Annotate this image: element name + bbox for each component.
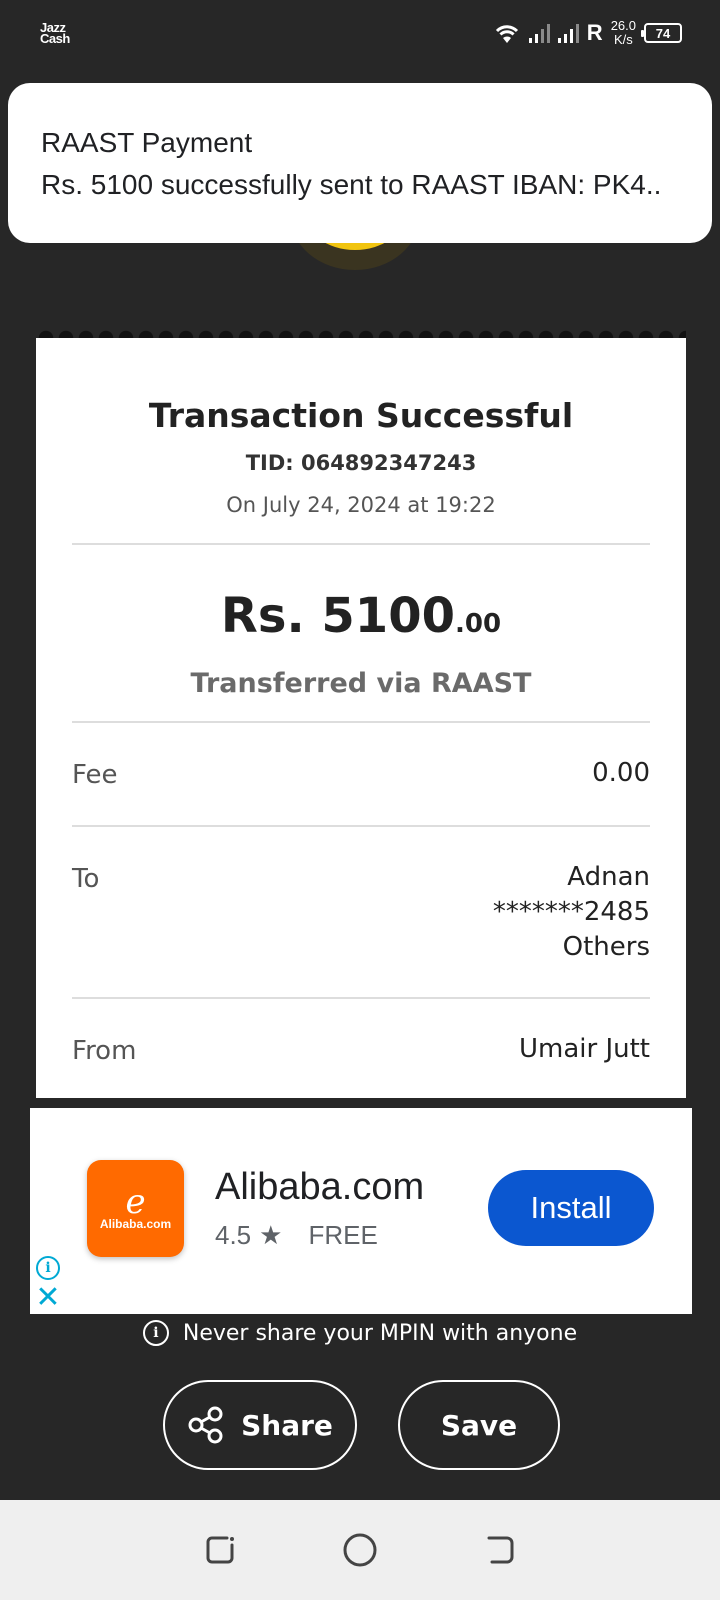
- share-icon: [188, 1406, 223, 1444]
- recent-apps-icon: [206, 1536, 234, 1564]
- alibaba-icon-text: Alibaba.com: [99, 1216, 172, 1231]
- roaming-indicator: R: [586, 20, 603, 45]
- share-label: Share: [241, 1408, 333, 1442]
- save-button[interactable]: Save: [398, 1380, 560, 1470]
- system-navigation-bar: [0, 1500, 720, 1600]
- ad-price: FREE: [308, 1220, 378, 1250]
- back-icon: [487, 1536, 514, 1564]
- divider: [72, 721, 650, 723]
- fee-value: 0.00: [592, 758, 650, 788]
- status-bar: Jazz Cash R 26.0 K/s 74: [0, 0, 720, 66]
- battery-level: 74: [655, 25, 671, 41]
- recipient-name: Adnan: [567, 862, 650, 892]
- notification-title: RAAST Payment: [41, 127, 253, 158]
- network-speed: 26.0 K/s: [611, 19, 636, 47]
- recipient-bank: Others: [562, 932, 650, 962]
- to-label: To: [72, 864, 100, 894]
- back-button[interactable]: [480, 1530, 520, 1570]
- alibaba-logo-glyph: e: [125, 1181, 146, 1222]
- ad-meta: 4.5 ★ FREE: [215, 1220, 378, 1251]
- star-icon: ★: [259, 1220, 283, 1250]
- ad-app-name[interactable]: Alibaba.com: [215, 1166, 424, 1209]
- mpin-warning-text: Never share your MPIN with anyone: [182, 1320, 578, 1346]
- transaction-date: On July 24, 2024 at 19:22: [226, 493, 496, 517]
- receipt-title: Transaction Successful: [148, 396, 574, 435]
- ad-banner[interactable]: e Alibaba.com Alibaba.com 4.5 ★ FREE Ins…: [30, 1108, 692, 1314]
- security-note: i Never share your MPIN with anyone: [0, 1320, 720, 1346]
- divider: [72, 825, 650, 827]
- speed-value: 26.0: [610, 18, 636, 33]
- amount-main: Rs. 5100: [220, 588, 455, 644]
- home-button[interactable]: [340, 1530, 380, 1570]
- recent-apps-button[interactable]: [200, 1530, 240, 1570]
- install-button[interactable]: Install: [488, 1170, 654, 1246]
- alibaba-app-icon[interactable]: e Alibaba.com: [87, 1160, 184, 1257]
- home-icon: [343, 1533, 377, 1567]
- from-label: From: [72, 1036, 137, 1066]
- notification-body: Rs. 5100 successfully sent to RAAST IBAN…: [41, 169, 662, 200]
- battery-icon: 74: [641, 23, 682, 43]
- push-notification[interactable]: RAAST Payment Rs. 5100 successfully sent…: [8, 83, 712, 243]
- divider: [72, 997, 650, 999]
- save-label: Save: [440, 1408, 518, 1442]
- ad-rating: 4.5: [215, 1220, 252, 1250]
- transaction-receipt: Transaction Successful TID: 064892347243…: [36, 338, 686, 1098]
- transaction-amount: Rs. 5100.00: [36, 588, 686, 644]
- amount-decimals: .00: [455, 609, 502, 639]
- signal-sim2-icon: [557, 23, 579, 43]
- status-indicators: R 26.0 K/s 74: [493, 19, 682, 47]
- logo-line-2: Cash: [40, 31, 70, 46]
- wifi-icon: [495, 25, 518, 43]
- divider: [72, 543, 650, 545]
- jazzcash-logo: Jazz Cash: [40, 21, 70, 46]
- recipient-account: *******2485: [492, 897, 650, 927]
- transfer-method: Transferred via RAAST: [190, 668, 532, 699]
- transaction-id: TID: 064892347243: [245, 451, 477, 475]
- sender-name: Umair Jutt: [518, 1034, 650, 1064]
- ad-close-icon[interactable]: ✕: [34, 1283, 62, 1313]
- share-button[interactable]: Share: [163, 1380, 357, 1470]
- fee-label: Fee: [72, 760, 118, 790]
- info-icon: i: [142, 1320, 169, 1346]
- speed-unit: K/s: [613, 32, 633, 47]
- ad-info-icon[interactable]: i: [36, 1256, 60, 1280]
- signal-sim1-icon: [528, 23, 550, 43]
- recipient-details: Adnan *******2485 Others: [493, 860, 650, 965]
